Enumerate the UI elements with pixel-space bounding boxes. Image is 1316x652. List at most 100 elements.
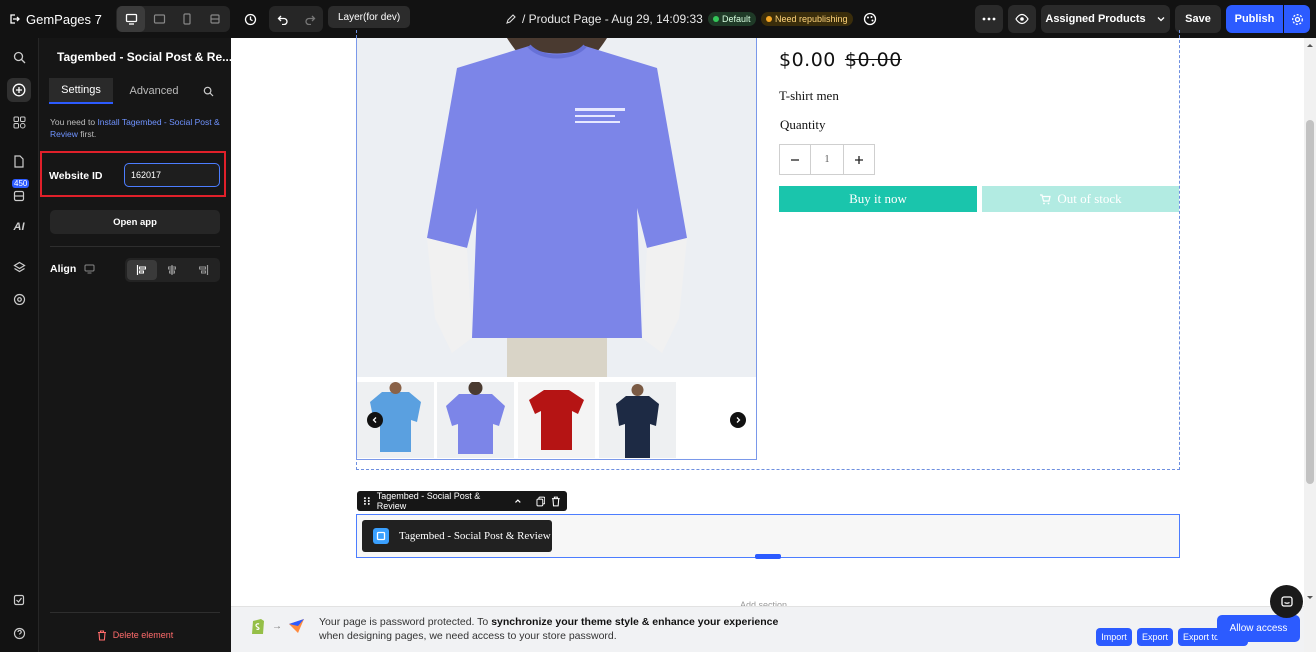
compare-price: $0.00 bbox=[844, 49, 902, 71]
scrollbar-thumb[interactable] bbox=[1306, 120, 1314, 484]
thumbnail-2[interactable] bbox=[437, 382, 514, 458]
search-button[interactable] bbox=[7, 45, 31, 69]
more-icon bbox=[982, 17, 996, 21]
style-settings-icon bbox=[13, 293, 25, 305]
status-badge-republish: Need republishing bbox=[761, 12, 853, 26]
more-button[interactable] bbox=[975, 5, 1003, 33]
add-element-button[interactable] bbox=[7, 78, 31, 102]
sale-price: $0.00 bbox=[779, 49, 836, 71]
align-options bbox=[125, 258, 220, 282]
app-name: GemPages 7 bbox=[26, 11, 102, 27]
product-price: $0.00 $0.00 bbox=[779, 49, 902, 71]
save-button[interactable]: Save bbox=[1175, 5, 1221, 33]
thumbnail-image bbox=[437, 382, 514, 458]
tshirt-model-image bbox=[357, 38, 756, 377]
tagembed-logo-icon bbox=[373, 528, 389, 544]
publish-settings-button[interactable] bbox=[1284, 5, 1310, 33]
notice-suffix: first. bbox=[77, 129, 97, 139]
tab-advanced[interactable]: Advanced bbox=[113, 78, 195, 104]
quantity-input[interactable]: 1 bbox=[810, 145, 844, 174]
global-style-button[interactable] bbox=[7, 287, 31, 311]
library-button[interactable] bbox=[7, 184, 31, 208]
open-app-button[interactable]: Open app bbox=[50, 210, 220, 234]
mobile-view-button[interactable] bbox=[173, 6, 201, 32]
notice-prefix: You need to bbox=[50, 117, 98, 127]
layers-button[interactable] bbox=[7, 255, 31, 279]
help-icon bbox=[13, 627, 25, 639]
gallery-next-button[interactable] bbox=[730, 412, 746, 428]
element-toolbar-label[interactable]: Tagembed - Social Post & Review bbox=[377, 491, 508, 511]
tagembed-mark bbox=[376, 531, 386, 541]
preview-button[interactable] bbox=[1008, 5, 1036, 33]
tagembed-widget-button[interactable]: Tagembed - Social Post & Review bbox=[362, 520, 552, 552]
product-main-image[interactable] bbox=[357, 38, 756, 377]
allow-access-button[interactable]: Allow access bbox=[1217, 615, 1300, 642]
scroll-up-icon[interactable] bbox=[1306, 42, 1314, 48]
page-title[interactable]: / Product Page - Aug 29, 14:09:33 bbox=[505, 6, 719, 32]
quantity-decrease-button[interactable] bbox=[780, 145, 810, 174]
gear-icon bbox=[1291, 13, 1303, 25]
drag-handle-icon[interactable] bbox=[363, 496, 371, 506]
redo-button[interactable] bbox=[296, 6, 323, 32]
device-switcher bbox=[116, 6, 230, 32]
install-notice: You need to Install Tagembed - Social Po… bbox=[50, 116, 222, 140]
layer-tag: Layer(for dev) bbox=[328, 6, 411, 28]
chat-button[interactable] bbox=[1270, 585, 1303, 618]
tagembed-widget-label: Tagembed - Social Post & Review bbox=[399, 530, 551, 542]
cart-icon bbox=[1040, 193, 1052, 204]
scroll-down-icon[interactable] bbox=[1306, 595, 1314, 601]
publish-button[interactable]: Publish bbox=[1226, 5, 1283, 33]
banner-text-2: when designing pages, we need access to … bbox=[319, 630, 617, 642]
ai-button[interactable]: AI bbox=[7, 215, 31, 239]
thumbnail-4[interactable] bbox=[599, 382, 676, 458]
pages-button[interactable] bbox=[7, 149, 31, 173]
align-left-button[interactable] bbox=[127, 260, 158, 280]
plus-icon bbox=[855, 155, 863, 164]
duplicate-icon[interactable] bbox=[536, 496, 546, 507]
add-to-cart-button[interactable]: Out of stock bbox=[982, 186, 1179, 212]
tab-settings[interactable]: Settings bbox=[49, 78, 113, 104]
theme-style-button[interactable] bbox=[860, 9, 880, 29]
chevron-up-icon[interactable] bbox=[514, 497, 522, 505]
buy-now-button[interactable]: Buy it now bbox=[779, 186, 977, 212]
layout-view-button[interactable] bbox=[201, 6, 229, 32]
ai-icon: AI bbox=[13, 221, 25, 233]
delete-element-button[interactable]: Delete element bbox=[50, 626, 220, 644]
resize-handle[interactable] bbox=[755, 554, 781, 559]
tablet-landscape-button[interactable] bbox=[145, 6, 173, 32]
align-right-button[interactable] bbox=[188, 260, 218, 280]
trash-icon[interactable] bbox=[551, 496, 561, 507]
trash-icon bbox=[97, 629, 106, 641]
chevron-right-icon bbox=[736, 417, 741, 423]
website-id-input[interactable] bbox=[124, 163, 220, 187]
layout-icon bbox=[210, 14, 220, 24]
panel-header: Tagembed - Social Post & Re... bbox=[39, 46, 231, 68]
gallery-prev-button[interactable] bbox=[367, 412, 383, 428]
out-of-stock-label: Out of stock bbox=[1057, 191, 1122, 206]
align-center-button[interactable] bbox=[157, 260, 187, 280]
quantity-increase-button[interactable] bbox=[844, 145, 874, 174]
undo-button[interactable] bbox=[269, 6, 296, 32]
status-badge-default: Default bbox=[708, 12, 756, 26]
history-button[interactable] bbox=[240, 8, 260, 30]
panel-search-button[interactable] bbox=[195, 78, 221, 104]
apps-button[interactable] bbox=[7, 110, 31, 134]
assigned-products-dropdown[interactable]: Assigned Products bbox=[1041, 5, 1170, 33]
checklist-button[interactable] bbox=[7, 588, 31, 612]
align-center-icon bbox=[168, 265, 177, 275]
banner-text-bold: synchronize your theme style & enhance y… bbox=[491, 616, 779, 628]
warning-dot bbox=[766, 16, 772, 22]
export-button[interactable]: Export bbox=[1137, 628, 1173, 646]
clock-icon bbox=[244, 13, 256, 25]
banner-text-1: Your page is password protected. To bbox=[319, 616, 492, 628]
align-row: Align bbox=[50, 263, 95, 275]
help-button[interactable] bbox=[7, 621, 31, 645]
desktop-icon bbox=[125, 13, 137, 25]
search-icon bbox=[203, 86, 213, 96]
divider bbox=[50, 246, 220, 247]
import-button[interactable]: Import bbox=[1096, 628, 1132, 646]
desktop-view-button[interactable] bbox=[117, 6, 145, 32]
thumbnail-3[interactable] bbox=[518, 382, 595, 458]
app-logo[interactable]: GemPages 7 bbox=[8, 6, 102, 32]
panel-tabs: Settings Advanced bbox=[49, 78, 221, 104]
